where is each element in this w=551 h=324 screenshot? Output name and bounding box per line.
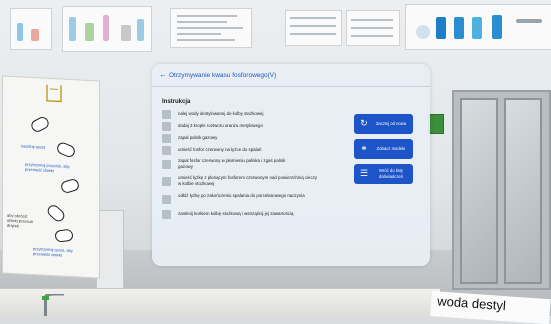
cabinet-door-left — [460, 98, 498, 284]
step-checkbox[interactable] — [162, 134, 171, 143]
restart-button-label: Zacznij od nowa — [371, 121, 411, 127]
tutorial-caption-1: naciśnij spust — [21, 143, 51, 150]
step-checkbox[interactable] — [162, 146, 171, 155]
back-to-list-button[interactable]: ☰ Wróć do listy doświadczeń — [354, 164, 413, 184]
step-checkbox[interactable] — [162, 210, 171, 219]
trash-bin — [96, 210, 124, 292]
tutorial-caption-4: przytrzymaj spust, aby przenieść obiekt — [33, 246, 79, 258]
step-checkbox[interactable] — [162, 177, 171, 186]
step-label: zamknij korkiem kolbę stożkową i wstrząś… — [178, 211, 343, 217]
wall-poster-containers — [405, 4, 551, 50]
step-label: zapal fosfor czerwony w płomieniu palnik… — [178, 158, 298, 169]
vr-controller-icon — [54, 229, 74, 243]
arrow-left-icon[interactable]: ← — [159, 70, 167, 80]
vr-controller-icon — [29, 115, 51, 134]
list-icon: ☰ — [359, 168, 369, 179]
vr-controller-icon — [59, 178, 80, 195]
step-checkbox[interactable] — [162, 110, 171, 119]
dialog-title[interactable]: Otrzymywanie kwasu fosforowego(V) — [169, 71, 276, 80]
step-label: umieść fosfor czerwony na łyżce do spala… — [178, 147, 343, 153]
step-checkbox[interactable] — [162, 160, 171, 169]
dialog-header: ← Otrzymywanie kwasu fosforowego(V) — [152, 64, 430, 87]
step-label: nalej wody destylowanej do kolby stożkow… — [178, 111, 343, 117]
instruction-step[interactable]: dodaj 2 krople roztworu oranżu metyloweg… — [162, 122, 347, 131]
wall-poster-table-2 — [346, 10, 400, 46]
tutorial-caption-2: przytrzymaj przycisk, aby przenieść obie… — [25, 162, 75, 175]
restart-button[interactable]: ↻ Zacznij od nowa — [354, 114, 413, 134]
controls-tutorial-panel: naciśnij spust przytrzymaj przycisk, aby… — [2, 75, 100, 278]
distilled-water-label-text: woda destyl — [437, 293, 507, 313]
step-label: zapal palnik gazowy — [178, 135, 343, 141]
instruction-step[interactable]: nalej wody destylowanej do kolby stożkow… — [162, 110, 347, 119]
beaker-icon — [43, 83, 65, 106]
instruction-step[interactable]: umieść fosfor czerwony na łyżce do spala… — [162, 146, 347, 155]
step-checkbox[interactable] — [162, 195, 171, 204]
wall-poster-table — [285, 10, 342, 46]
view-models-button-label: Zobacz modele — [371, 146, 411, 152]
faucet — [40, 294, 90, 316]
glass-cabinet — [452, 90, 551, 290]
vr-controller-icon — [45, 203, 67, 224]
cabinet-door-right — [504, 98, 542, 284]
restart-icon: ↻ — [359, 118, 369, 129]
instruction-step[interactable]: umieść łyżkę z płonącym fosforem czerwon… — [162, 175, 347, 189]
wall-poster-text — [170, 8, 252, 48]
instruction-step[interactable]: zapal palnik gazowy — [162, 134, 347, 143]
instruction-step[interactable]: zamknij korkiem kolbę stożkową i wstrząś… — [162, 210, 347, 219]
wall-poster-left — [10, 8, 52, 50]
back-to-list-button-label: Wróć do listy doświadczeń — [371, 168, 411, 179]
step-label: dodaj 2 krople roztworu oranżu metyloweg… — [178, 123, 343, 129]
step-checkbox[interactable] — [162, 122, 171, 131]
instruction-step[interactable]: zapal fosfor czerwony w płomieniu palnik… — [162, 158, 347, 172]
experiment-instruction-dialog: ← Otrzymywanie kwasu fosforowego(V) Inst… — [152, 64, 430, 266]
exit-sign — [428, 114, 444, 134]
view-models-button[interactable]: ⚭ Zobacz modele — [354, 139, 413, 159]
vr-controller-icon — [55, 141, 76, 159]
instruction-step[interactable]: odłóż łyżkę po zakończeniu spalania do p… — [162, 193, 347, 207]
tutorial-caption-3: aby obrócić obiekt przesuń drążek — [7, 213, 37, 230]
molecule-icon: ⚭ — [359, 143, 369, 154]
step-label: odłóż łyżkę po zakończeniu spalania do p… — [178, 193, 318, 199]
instruction-heading: Instrukcja — [162, 98, 190, 106]
wall-poster-glassware — [62, 6, 152, 52]
step-label: umieść łyżkę z płonącym fosforem czerwon… — [178, 175, 318, 186]
